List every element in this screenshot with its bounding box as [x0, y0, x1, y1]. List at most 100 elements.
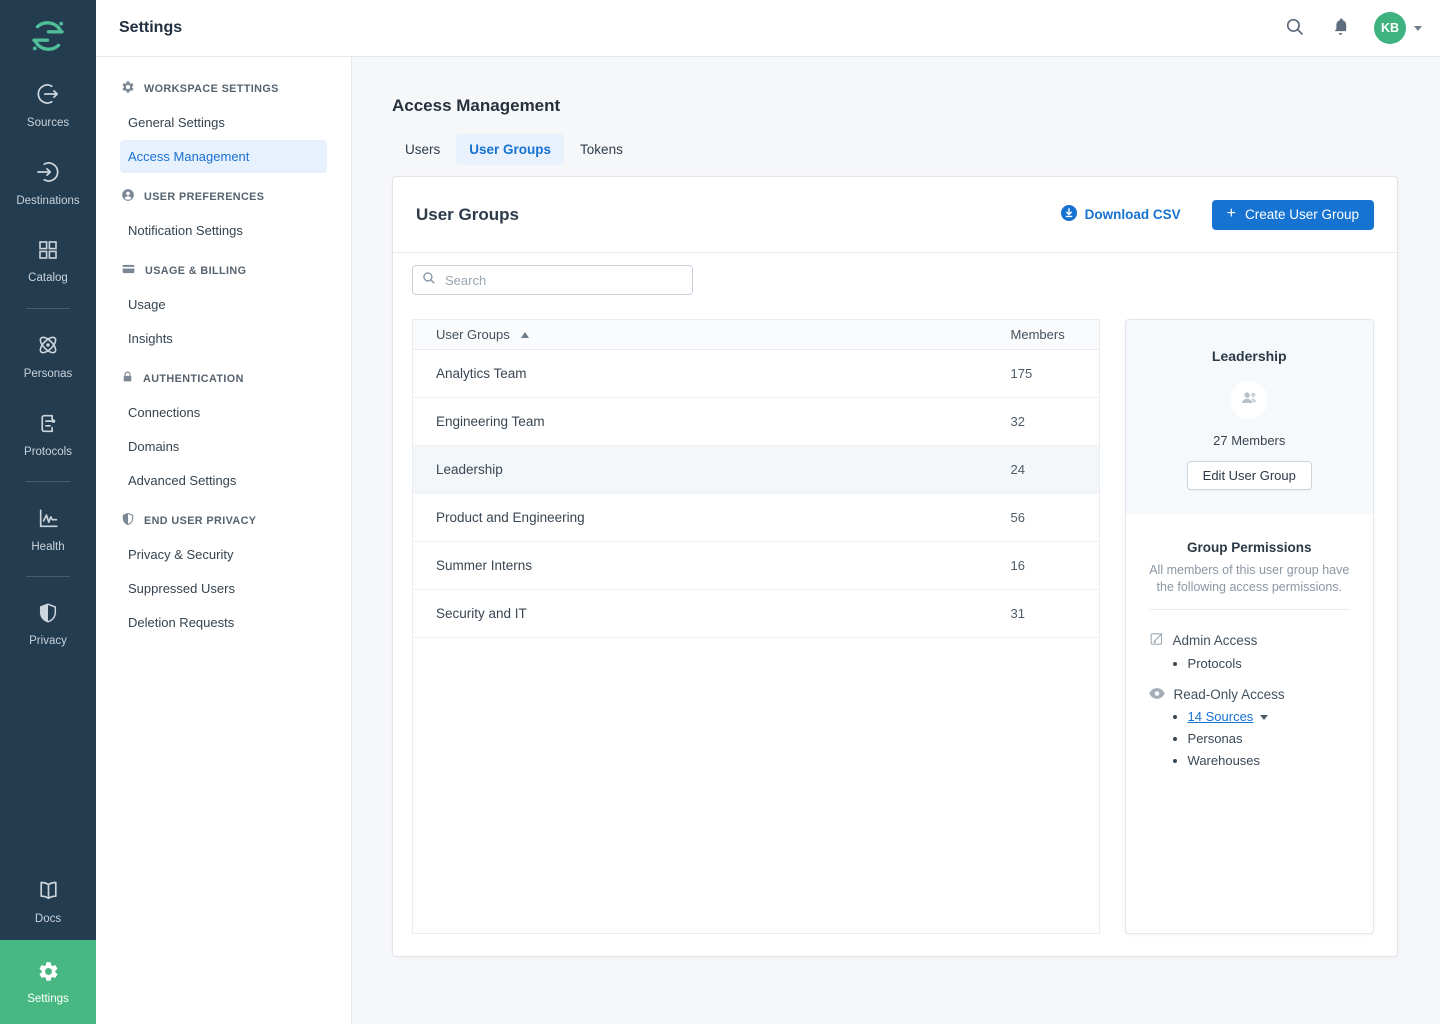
nav-divider: [26, 481, 70, 482]
user-icon: [121, 188, 135, 205]
sidebar-item-general-settings[interactable]: General Settings: [120, 106, 327, 139]
download-icon: [1061, 205, 1077, 224]
avatar: KB: [1374, 12, 1406, 44]
column-header-members[interactable]: Members: [1011, 327, 1083, 342]
nav-item-privacy[interactable]: Privacy: [0, 585, 96, 663]
nav-item-label: Settings: [27, 993, 69, 1005]
table-row[interactable]: Summer Interns 16: [413, 542, 1099, 590]
members-cell: 24: [1011, 462, 1083, 477]
members-cell: 175: [1011, 366, 1083, 381]
group-permissions: Group Permissions All members of this us…: [1126, 514, 1373, 768]
table-row[interactable]: Security and IT 31: [413, 590, 1099, 638]
tab-users[interactable]: Users: [392, 134, 453, 165]
create-user-group-button[interactable]: + Create User Group: [1212, 200, 1374, 230]
credit-card-icon: [121, 262, 136, 279]
detail-panel: Leadership 27 Members: [1125, 319, 1374, 934]
table-header: User Groups Members: [413, 320, 1099, 350]
page-header: Settings KB: [96, 0, 1440, 57]
nav-item-label: Destinations: [16, 195, 79, 207]
nav-item-health[interactable]: Health: [0, 490, 96, 568]
sources-link[interactable]: 14 Sources: [1188, 709, 1254, 724]
tab-user-groups[interactable]: User Groups: [456, 134, 564, 165]
permissions-subtitle: All members of this user group have the …: [1144, 562, 1355, 595]
user-groups-table: User Groups Members Analytics Team 175 E…: [412, 319, 1100, 934]
health-icon: [36, 506, 61, 534]
sources-icon: [35, 81, 61, 110]
tab-bar: Users User Groups Tokens: [392, 134, 1398, 165]
table-row[interactable]: Product and Engineering 56: [413, 494, 1099, 542]
tab-tokens[interactable]: Tokens: [567, 134, 636, 165]
notifications-button[interactable]: [1329, 15, 1352, 42]
search-input[interactable]: [443, 272, 683, 289]
column-header-user-groups[interactable]: User Groups: [436, 327, 1011, 342]
section-workspace-settings: WORKSPACE SETTINGS: [96, 80, 351, 97]
nav-item-destinations[interactable]: Destinations: [0, 144, 96, 222]
nav-item-settings[interactable]: Settings: [0, 940, 96, 1024]
docs-icon: [36, 878, 61, 906]
shield-icon: [121, 512, 135, 529]
divider: [1149, 609, 1350, 610]
download-csv-button[interactable]: Download CSV: [1055, 204, 1187, 225]
gear-icon: [121, 80, 135, 97]
nav-item-protocols[interactable]: Protocols: [0, 395, 96, 473]
nav-item-label: Catalog: [28, 272, 68, 284]
sidebar-item-insights[interactable]: Insights: [120, 322, 327, 355]
table-row[interactable]: Engineering Team 32: [413, 398, 1099, 446]
nav-item-label: Protocols: [24, 446, 72, 458]
nav-item-docs[interactable]: Docs: [0, 862, 96, 940]
sidebar-item-notification-settings[interactable]: Notification Settings: [120, 214, 327, 247]
nav-item-personas[interactable]: Personas: [0, 317, 96, 395]
section-usage-billing: USAGE & BILLING: [96, 262, 351, 279]
sidebar-item-suppressed-users[interactable]: Suppressed Users: [120, 572, 327, 605]
main-content: Access Management Users User Groups Toke…: [352, 57, 1440, 1024]
search-button[interactable]: [1283, 15, 1307, 42]
table-row[interactable]: Analytics Team 175: [413, 350, 1099, 398]
card-title: User Groups: [416, 205, 519, 225]
section-user-preferences: USER PREFERENCES: [96, 188, 351, 205]
nav-divider: [26, 308, 70, 309]
section-authentication: AUTHENTICATION: [96, 370, 351, 387]
group-name-cell: Security and IT: [436, 606, 1011, 621]
user-groups-card: User Groups Download CSV + Create User G…: [392, 176, 1398, 957]
edit-square-icon: [1149, 631, 1164, 649]
nav-item-label: Docs: [35, 913, 61, 925]
plus-icon: +: [1227, 206, 1236, 222]
lock-icon: [121, 370, 134, 387]
permission-item: Warehouses: [1188, 753, 1357, 768]
header-title: Settings: [119, 19, 182, 37]
sidebar-item-access-management[interactable]: Access Management: [120, 140, 327, 173]
account-menu[interactable]: KB: [1374, 12, 1422, 44]
sidebar-item-deletion-requests[interactable]: Deletion Requests: [120, 606, 327, 639]
group-name-cell: Summer Interns: [436, 558, 1011, 573]
group-avatar: [1230, 381, 1268, 419]
group-name-cell: Product and Engineering: [436, 510, 1011, 525]
nav-item-catalog[interactable]: Catalog: [0, 222, 96, 300]
nav-divider: [26, 576, 70, 577]
sidebar-item-connections[interactable]: Connections: [120, 396, 327, 429]
nav-item-label: Health: [31, 541, 64, 553]
primary-nav: Sources Destinations Catalog Personas: [0, 0, 96, 1024]
people-icon: [1240, 390, 1259, 410]
settings-sidebar: WORKSPACE SETTINGS General Settings Acce…: [96, 57, 352, 1024]
search-field: [412, 265, 693, 295]
settings-gear-icon: [37, 960, 60, 986]
nav-spacer: [0, 663, 96, 862]
edit-user-group-button[interactable]: Edit User Group: [1187, 461, 1312, 490]
table-row-selected[interactable]: Leadership 24: [413, 446, 1099, 494]
permission-item: Personas: [1188, 731, 1357, 746]
nav-item-sources[interactable]: Sources: [0, 66, 96, 144]
sidebar-item-usage[interactable]: Usage: [120, 288, 327, 321]
eye-icon: [1149, 687, 1165, 702]
readonly-access-group: Read-Only Access 14 Sources Personas War…: [1142, 687, 1357, 768]
sidebar-item-advanced-settings[interactable]: Advanced Settings: [120, 464, 327, 497]
member-count: 27 Members: [1142, 433, 1357, 448]
link-caret-icon: [1260, 715, 1268, 720]
search-icon: [1285, 17, 1305, 40]
sidebar-item-privacy-security[interactable]: Privacy & Security: [120, 538, 327, 571]
members-cell: 16: [1011, 558, 1083, 573]
bell-icon: [1331, 17, 1350, 40]
admin-access-group: Admin Access Protocols: [1142, 631, 1357, 671]
sidebar-item-domains[interactable]: Domains: [120, 430, 327, 463]
nav-item-label: Privacy: [29, 635, 67, 647]
group-name-cell: Analytics Team: [436, 366, 1011, 381]
